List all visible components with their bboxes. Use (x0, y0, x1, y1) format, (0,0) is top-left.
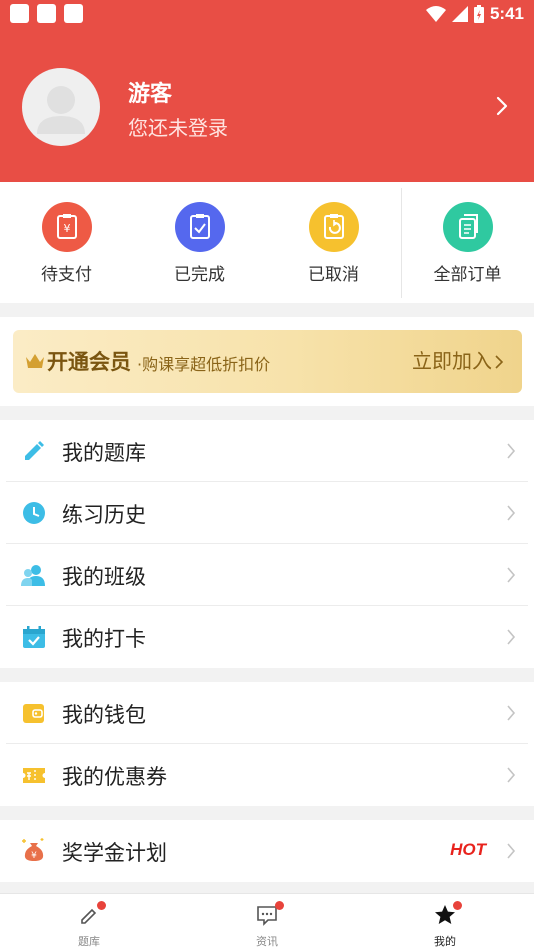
chevron-right-icon[interactable] (492, 94, 512, 118)
order-label: 待支付 (41, 265, 92, 285)
menu-group-scholarship: ¥ 奖学金计划 HOT (0, 820, 534, 882)
login-status[interactable]: 您还未登录 (128, 112, 228, 141)
menu-label: 我的打卡 (62, 627, 146, 651)
cancelled-icon (309, 202, 359, 252)
chevron-right-icon (507, 629, 516, 645)
all-orders-icon (443, 202, 493, 252)
default-avatar-icon (37, 86, 85, 134)
notification-dot (97, 901, 106, 910)
coupon-icon (23, 768, 45, 783)
clock-icon (23, 502, 45, 524)
notification-icon (64, 4, 83, 23)
battery-icon (473, 5, 484, 23)
order-label: 已完成 (174, 265, 225, 285)
menu-item-my-class[interactable]: 我的班级 (0, 544, 534, 606)
menu-label: 我的优惠券 (62, 765, 167, 789)
menu-label: 我的题库 (62, 441, 146, 465)
menu-group-study: 我的题库 练习历史 我的班级 我的打卡 (0, 420, 534, 668)
order-completed[interactable]: 已完成 (133, 182, 266, 303)
order-all[interactable]: 全部订单 (401, 182, 534, 303)
user-name[interactable]: 游客 (128, 76, 172, 108)
wallet-icon (23, 704, 44, 723)
vip-section: 开通会员 ·购课享超低折扣价 立即加入 (0, 317, 534, 406)
signal-icon (451, 6, 468, 22)
tab-mine[interactable]: 我的 (356, 894, 534, 950)
notification-dot (275, 901, 284, 910)
notification-icon (10, 4, 29, 23)
status-time: 5:41 (489, 4, 524, 23)
wifi-icon (425, 6, 446, 22)
profile-header: 5:41 游客 您还未登录 (0, 0, 534, 182)
menu-label: 我的钱包 (62, 703, 146, 727)
menu-item-check-in[interactable]: 我的打卡 (0, 606, 534, 668)
notification-dot (453, 901, 462, 910)
order-shortcuts: ¥ 待支付 已完成 已取消 全部订单 (0, 182, 534, 303)
menu-label: 练习历史 (62, 503, 146, 527)
order-label: 已取消 (308, 265, 359, 285)
chevron-right-icon (507, 767, 516, 783)
crown-icon (26, 354, 44, 368)
notification-icon (37, 4, 56, 23)
avatar[interactable] (22, 68, 100, 146)
tab-news[interactable]: 资讯 (178, 894, 356, 950)
chevron-right-icon (507, 705, 516, 721)
chevron-right-icon (507, 567, 516, 583)
users-icon (21, 565, 45, 586)
bottom-tab-bar: 题库 资讯 我的 (0, 893, 534, 950)
vip-banner[interactable]: 开通会员 ·购课享超低折扣价 立即加入 (13, 330, 522, 393)
menu-label: 我的班级 (62, 565, 146, 589)
tab-label: 资讯 (256, 935, 278, 948)
menu-group-wallet: 我的钱包 我的优惠券 (0, 682, 534, 806)
vip-join-button[interactable]: 立即加入 (412, 345, 492, 374)
money-bag-icon: ¥ (22, 838, 44, 861)
menu-item-wallet[interactable]: 我的钱包 (0, 682, 534, 744)
chevron-right-icon (507, 843, 516, 859)
svg-text:¥: ¥ (64, 222, 71, 235)
vip-title: 开通会员 (47, 350, 131, 374)
completed-icon (175, 202, 225, 252)
menu-item-practice-history[interactable]: 练习历史 (0, 482, 534, 544)
chevron-right-icon (507, 443, 516, 459)
svg-text:¥: ¥ (31, 851, 37, 861)
tab-label: 题库 (78, 935, 100, 948)
menu-item-coupons[interactable]: 我的优惠券 (0, 744, 534, 806)
menu-item-question-bank[interactable]: 我的题库 (0, 420, 534, 482)
chevron-right-icon (507, 505, 516, 521)
menu-label: 奖学金计划 (62, 841, 167, 865)
tab-label: 我的 (434, 935, 456, 948)
menu-item-scholarship[interactable]: ¥ 奖学金计划 HOT (0, 820, 534, 882)
order-cancelled[interactable]: 已取消 (267, 182, 400, 303)
pencil-icon (25, 441, 44, 460)
vip-subtitle: ·购课享超低折扣价 (137, 355, 271, 374)
order-label: 全部订单 (433, 265, 502, 285)
tab-question-bank[interactable]: 题库 (0, 894, 178, 950)
hot-badge: HOT (450, 840, 486, 859)
status-bar: 5:41 (0, 0, 534, 30)
order-pending-payment[interactable]: ¥ 待支付 (0, 182, 133, 303)
chevron-right-icon (495, 355, 504, 369)
calendar-check-icon (23, 626, 45, 648)
payment-icon: ¥ (42, 202, 92, 252)
